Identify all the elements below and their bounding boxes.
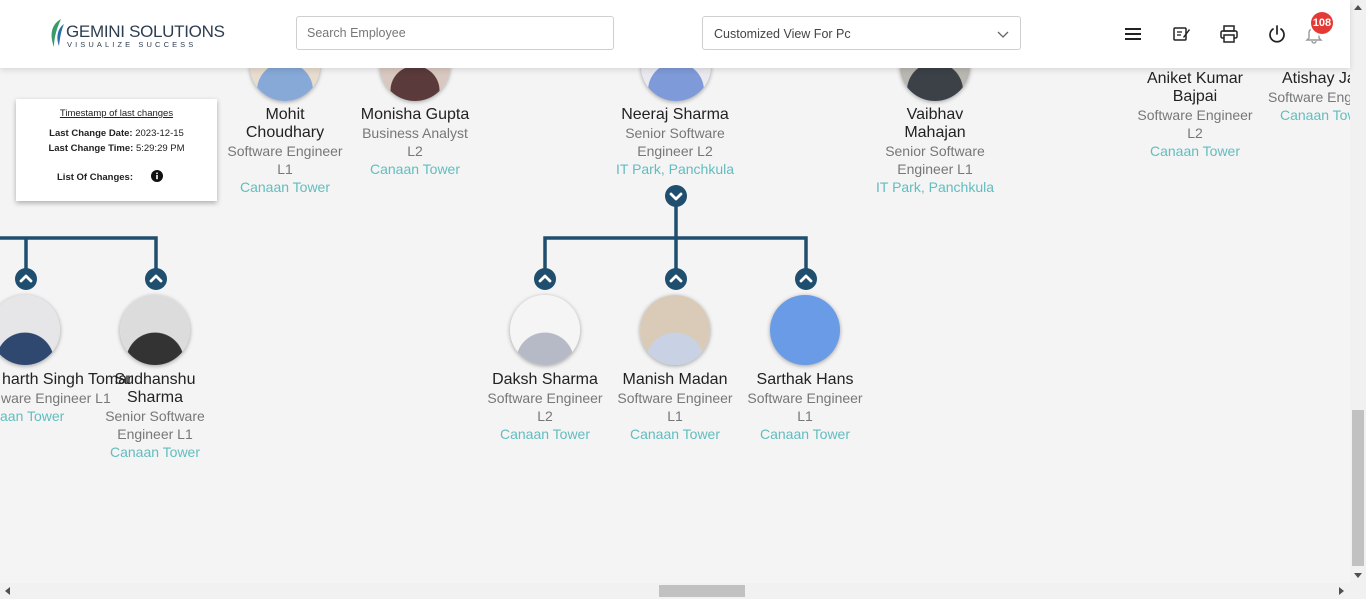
employee-role: Software Engineer L1 xyxy=(617,390,733,424)
scroll-up-icon[interactable] xyxy=(1354,5,1362,10)
expand-up-icon[interactable] xyxy=(145,268,167,290)
employee-location: Canaan Tower xyxy=(239,179,331,195)
edit-note-icon[interactable] xyxy=(1171,24,1191,44)
employee-node[interactable]: harth Singh Tomar ware Engineer L1 aan T… xyxy=(0,371,133,425)
employee-role: Software Engineer L1 xyxy=(747,390,863,424)
employee-name: Daksh Sharma xyxy=(492,371,598,388)
employee-role: Senior Software Engineer L1 xyxy=(885,143,985,177)
employee-location: aan Tower xyxy=(0,408,65,424)
employee-location: IT Park, Panchkula xyxy=(615,161,735,177)
gemini-leaf-icon xyxy=(51,19,64,47)
employee-location: Canaan Tower xyxy=(499,426,591,442)
view-select-value: Customized View For Pc xyxy=(714,27,851,41)
employee-location: Canaan Tower xyxy=(369,161,461,177)
expand-up-icon[interactable] xyxy=(534,268,556,290)
employee-role: Software Eng L1 xyxy=(1268,89,1350,105)
employee-name: Sarthak Hans xyxy=(756,371,854,388)
employee-node[interactable]: Sudhanshu Sharma Senior Software Enginee… xyxy=(90,371,220,461)
expand-up-icon[interactable] xyxy=(15,268,37,290)
scroll-left-icon[interactable] xyxy=(5,587,10,595)
employee-node[interactable]: Mohit Choudhary Software Engineer L1 Can… xyxy=(220,106,350,196)
last-change-time: Last Change Time: 5:29:29 PM xyxy=(48,143,185,154)
employee-location: Canaan Tower xyxy=(109,444,201,460)
info-icon[interactable] xyxy=(151,170,163,182)
search-employee-input[interactable] xyxy=(296,16,614,50)
company-logo[interactable]: GEMINI SOLUTIONS VISUALIZE SUCCESS xyxy=(48,18,225,52)
employee-name: Monisha Gupta xyxy=(360,106,470,123)
employee-node[interactable]: Aniket Kumar Bajpai Software Engineer L2… xyxy=(1130,70,1260,160)
employee-node[interactable]: Manish Madan Software Engineer L1 Canaan… xyxy=(610,371,740,443)
scrollbar-corner xyxy=(1350,583,1366,599)
avatar-sarthak-placeholder xyxy=(770,295,840,365)
employee-name: Vaibhav Mahajan xyxy=(904,106,966,141)
employee-location: Canaan Tow xyxy=(1280,107,1350,123)
employee-name: Aniket Kumar Bajpai xyxy=(1146,70,1244,105)
employee-role: Business Analyst L2 xyxy=(362,125,468,159)
horizontal-scroll-thumb[interactable] xyxy=(659,585,745,597)
last-change-date: Last Change Date: 2023-12-15 xyxy=(49,128,184,139)
employee-role: Software Engineer L1 xyxy=(227,143,343,177)
expand-up-icon[interactable] xyxy=(665,268,687,290)
employee-node[interactable]: Sarthak Hans Software Engineer L1 Canaan… xyxy=(740,371,870,443)
employee-role: Software Engineer L2 xyxy=(487,390,603,424)
chevron-down-icon xyxy=(997,31,1009,38)
employee-name: harth Singh Tomar xyxy=(2,371,133,388)
print-icon[interactable] xyxy=(1219,24,1239,44)
expand-up-icon[interactable] xyxy=(795,268,817,290)
employee-role: ware Engineer L1 xyxy=(1,390,111,406)
list-of-changes-label: List Of Changes: xyxy=(57,172,134,183)
power-icon[interactable] xyxy=(1267,24,1287,44)
avatar-manish xyxy=(640,295,710,365)
view-select[interactable]: Customized View For Pc xyxy=(702,16,1021,50)
employee-location: IT Park, Panchkula xyxy=(875,179,995,195)
employee-node[interactable]: Daksh Sharma Software Engineer L2 Canaan… xyxy=(480,371,610,443)
employee-node[interactable]: Vaibhav Mahajan Senior Software Engineer… xyxy=(870,106,1000,196)
avatar-sudhanshu xyxy=(120,295,190,365)
employee-name: Sudhanshu Sharma xyxy=(114,371,196,406)
employee-name: Manish Madan xyxy=(622,371,728,388)
employee-location: Canaan Tower xyxy=(1149,143,1241,159)
employee-node[interactable]: Atishay Ja Software Eng L1 Canaan Tow xyxy=(1260,70,1350,124)
top-header: GEMINI SOLUTIONS VISUALIZE SUCCESS Custo… xyxy=(0,0,1350,68)
employee-name: Mohit Choudhary xyxy=(245,106,325,141)
scroll-down-icon[interactable] xyxy=(1354,573,1362,578)
employee-role: Senior Software Engineer L2 xyxy=(625,125,725,159)
timestamp-card: Timestamp of last changes Last Change Da… xyxy=(16,99,217,201)
employee-location: Canaan Tower xyxy=(629,426,721,442)
avatar-daksh xyxy=(510,295,580,365)
menu-icon[interactable] xyxy=(1123,24,1143,44)
employee-node[interactable]: Neeraj Sharma Senior Software Engineer L… xyxy=(610,106,740,178)
notification-count-badge: 108 xyxy=(1311,12,1333,34)
employee-name: Neeraj Sharma xyxy=(621,106,729,123)
scroll-right-icon[interactable] xyxy=(1339,587,1344,595)
employee-role: Software Engineer L2 xyxy=(1137,107,1253,141)
employee-name: Atishay Ja xyxy=(1282,70,1350,87)
vertical-scrollbar[interactable] xyxy=(1350,0,1366,583)
employee-location: Canaan Tower xyxy=(759,426,851,442)
vertical-scroll-thumb[interactable] xyxy=(1352,410,1364,566)
collapse-toggle-icon[interactable] xyxy=(665,185,687,207)
timestamp-card-title: Timestamp of last changes xyxy=(59,108,174,119)
org-chart-canvas: Mohit Choudhary Software Engineer L1 Can… xyxy=(0,0,1350,583)
employee-node[interactable]: Monisha Gupta Business Analyst L2 Canaan… xyxy=(350,106,480,178)
employee-role: Senior Software Engineer L1 xyxy=(105,408,205,442)
horizontal-scrollbar[interactable] xyxy=(0,583,1350,599)
